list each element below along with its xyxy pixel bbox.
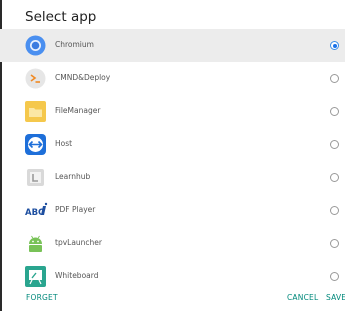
radio-filemanager[interactable] <box>330 107 339 116</box>
app-item-chromium[interactable]: Chromium <box>0 29 345 62</box>
folder-icon <box>25 101 46 122</box>
dialog-title: Select app <box>25 9 97 25</box>
android-icon <box>25 233 46 254</box>
app-label: Host <box>55 139 73 148</box>
app-label: FileManager <box>55 106 101 115</box>
abc-icon-text: ABC <box>25 208 44 218</box>
radio-whiteboard[interactable] <box>330 272 339 281</box>
app-label: tpvLauncher <box>55 238 102 247</box>
whiteboard-icon <box>25 266 46 287</box>
radio-chromium[interactable] <box>330 41 339 50</box>
chromium-icon <box>25 35 46 56</box>
app-item-learnhub[interactable]: Learnhub <box>0 161 345 194</box>
dialog-footer: FORGET CANCEL SAVE <box>0 290 345 306</box>
app-label: CMND&Deploy <box>55 73 111 82</box>
radio-tpvlauncher[interactable] <box>330 239 339 248</box>
cancel-button[interactable]: CANCEL <box>287 293 318 302</box>
radio-host[interactable] <box>330 140 339 149</box>
radio-pdf-player[interactable] <box>330 206 339 215</box>
app-label: PDF Player <box>55 205 96 214</box>
cmnd-deploy-icon <box>25 68 46 89</box>
select-app-dialog: Select app Chromium CMND&Deploy FileMana… <box>0 0 345 311</box>
radio-learnhub[interactable] <box>330 173 339 182</box>
abc-pdf-icon: ABC <box>25 200 48 221</box>
app-item-filemanager[interactable]: FileManager <box>0 95 345 128</box>
app-label: Chromium <box>55 40 94 49</box>
app-label: Learnhub <box>55 172 91 181</box>
app-item-tpvlauncher[interactable]: tpvLauncher <box>0 227 345 260</box>
app-item-pdf-player[interactable]: ABC PDF Player <box>0 194 345 227</box>
app-item-host[interactable]: Host <box>0 128 345 161</box>
host-icon <box>25 134 46 155</box>
app-item-whiteboard[interactable]: Whiteboard <box>0 260 345 293</box>
app-list: Chromium CMND&Deploy FileManager Host Le… <box>0 29 345 293</box>
app-item-cmnd-deploy[interactable]: CMND&Deploy <box>0 62 345 95</box>
learnhub-icon <box>25 167 46 188</box>
save-button[interactable]: SAVE <box>326 293 345 302</box>
radio-cmnd-deploy[interactable] <box>330 74 339 83</box>
forget-button[interactable]: FORGET <box>26 293 58 302</box>
app-label: Whiteboard <box>55 271 99 280</box>
